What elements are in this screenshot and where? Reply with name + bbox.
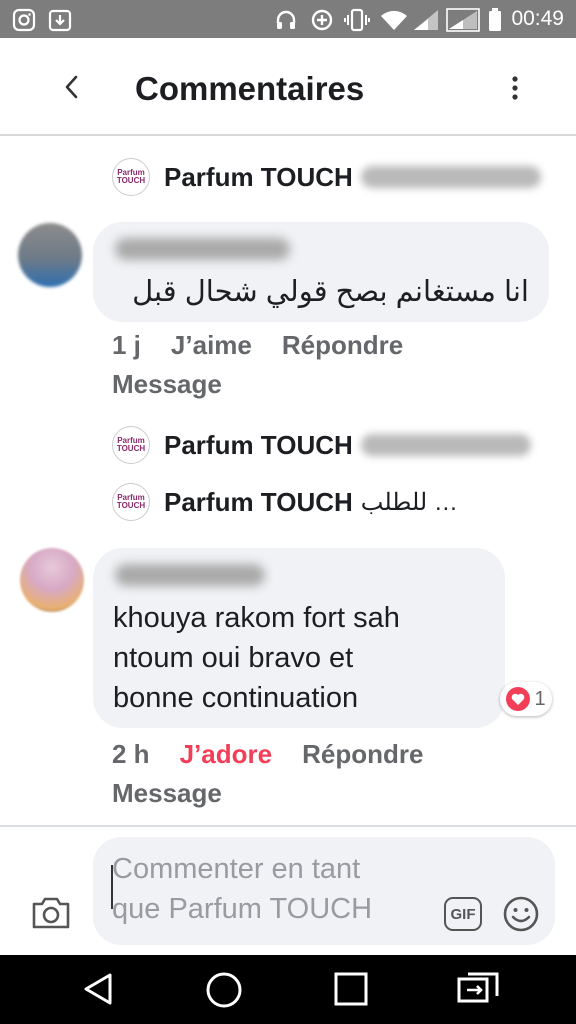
page-avatar: Parfum TOUCH [112,483,150,521]
reply-preview[interactable]: Parfum TOUCH Parfum TOUCH … للطلب [112,482,458,522]
more-options-icon[interactable] [505,74,525,102]
clock: 00:49 [511,7,564,30]
vibrate-icon [344,8,370,32]
like-button[interactable]: J’aime [171,330,252,360]
data-saver-icon [311,9,333,31]
signal-icon [414,10,438,30]
reply-author: Parfum TOUCH [164,429,353,460]
page-avatar: Parfum TOUCH [112,158,150,196]
back-nav-icon[interactable] [80,971,116,1007]
blurred-text [360,434,531,456]
reply-author: Parfum TOUCH [164,486,353,517]
reply-snippet: … للطلب [360,488,458,516]
recents-nav-icon[interactable] [333,971,369,1007]
reply-preview[interactable]: Parfum TOUCH Parfum TOUCH [112,425,531,465]
android-nav-bar [0,955,576,1024]
gif-button[interactable]: GIF [444,897,482,931]
emoji-icon[interactable] [502,895,540,933]
heart-icon [506,687,531,711]
reply-button[interactable]: Répondre [302,739,423,769]
switch-app-icon[interactable] [456,971,500,1007]
comment-text: انا مستغانم بصح قولي شحال قبل [132,276,529,308]
home-nav-icon[interactable] [205,971,243,1009]
wifi-icon [381,10,407,30]
reaction-count-badge[interactable]: 1 [500,682,552,716]
comment-time: 1 j [112,330,141,360]
status-bar: 00:49 [0,0,576,38]
love-reaction-button[interactable]: J’adore [180,739,273,769]
comment-author[interactable] [115,564,265,586]
camera-icon[interactable] [30,895,72,931]
back-arrow-icon[interactable] [60,74,84,100]
download-icon [48,9,72,32]
comment-actions: 2 h J’adore Répondre [112,739,453,770]
comment-author[interactable] [115,238,290,260]
reply-author: Parfum TOUCH [164,161,353,192]
comment-bubble[interactable]: انا مستغانم بصح قولي شحال قبل [93,222,549,322]
signal-icon [446,8,480,32]
page-avatar: Parfum TOUCH [112,426,150,464]
comment-composer: Commenter en tant que Parfum TOUCH GIF [0,825,576,957]
battery-icon [489,8,501,31]
comment-text: khouya rakom fort sah ntoum oui bravo et… [113,602,400,714]
headphones-icon [276,10,296,29]
avatar[interactable] [20,548,84,612]
avatar[interactable] [18,223,82,287]
page-title: Commentaires [135,70,365,107]
reply-button[interactable]: Répondre [282,330,403,360]
app-header: Commentaires [0,38,576,136]
comment-placeholder: Commenter en tant que Parfum TOUCH [112,853,373,925]
message-button[interactable]: Message [112,778,222,809]
comment-actions: 1 j J’aime Répondre [112,330,433,361]
comment-time: 2 h [112,739,150,769]
instagram-icon [12,8,36,32]
comment-bubble[interactable]: khouya rakom fort sah ntoum oui bravo et… [93,548,505,728]
blurred-text [360,166,541,188]
reply-preview[interactable]: Parfum TOUCH Parfum TOUCH [112,157,541,197]
message-button[interactable]: Message [112,369,222,400]
